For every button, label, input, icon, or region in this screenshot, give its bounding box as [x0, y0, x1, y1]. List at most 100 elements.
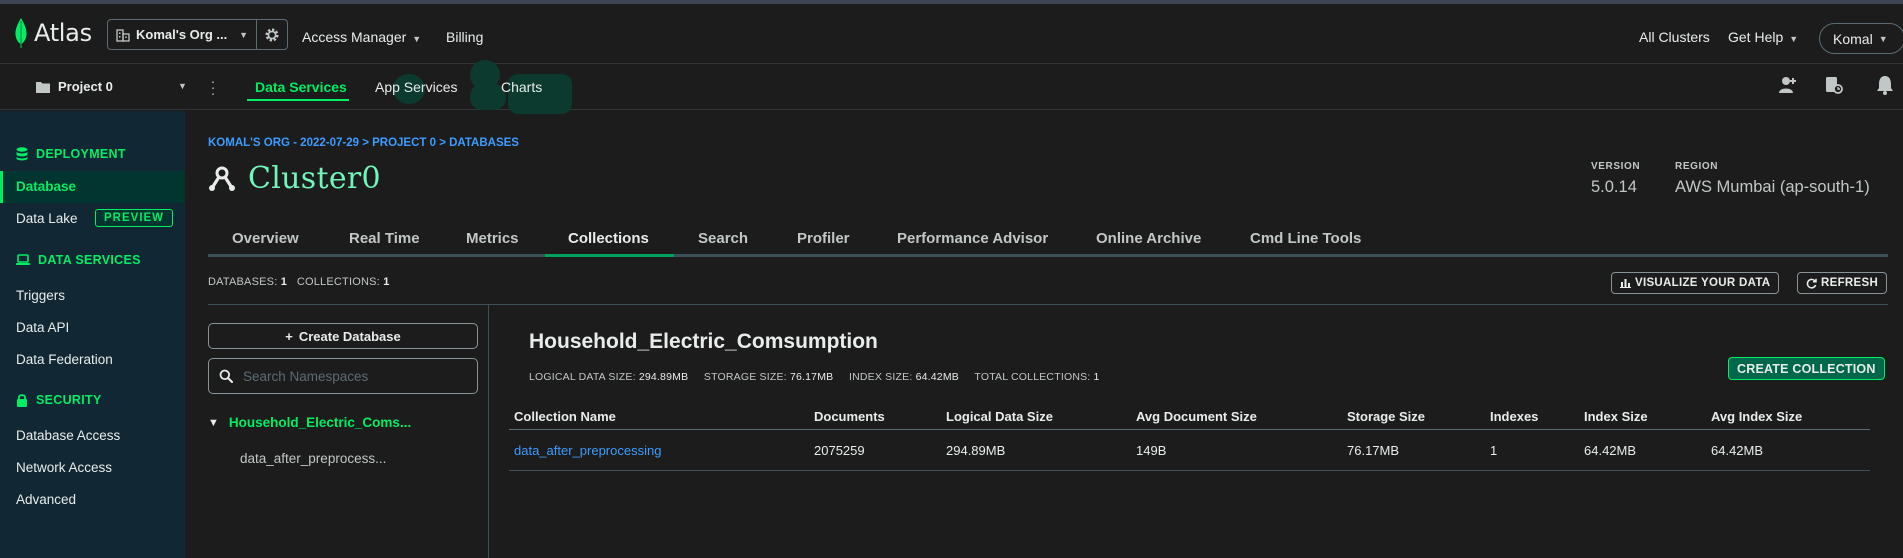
database-stats: LOGICAL DATA SIZE: 294.89MB STORAGE SIZE… — [529, 371, 1100, 383]
total-collections-value: 1 — [1093, 371, 1100, 383]
column-header[interactable]: Documents — [814, 409, 885, 424]
table-cell: 294.89MB — [946, 443, 1006, 458]
tab-profiler[interactable]: Profiler — [797, 230, 850, 247]
column-header[interactable]: Index Size — [1584, 409, 1648, 424]
tab-search[interactable]: Search — [698, 230, 748, 247]
column-header[interactable]: Logical Data Size — [946, 409, 1053, 424]
bar-chart-icon — [1620, 279, 1631, 288]
column-header[interactable]: Avg Index Size — [1711, 409, 1802, 424]
access-manager-menu[interactable]: Access Manager ▼ — [302, 29, 421, 45]
tab-online-archive[interactable]: Online Archive — [1096, 230, 1201, 247]
collection-name-link[interactable]: data_after_preprocessing — [514, 443, 661, 458]
sidebar-item-label: Advanced — [16, 492, 77, 507]
project-name: Project 0 — [58, 79, 113, 94]
create-collection-button[interactable]: CREATE COLLECTION — [1728, 357, 1885, 380]
storage-size-value: 76.17MB — [789, 371, 834, 383]
logo-text: Atlas — [34, 19, 92, 47]
breadcrumb[interactable]: KOMAL'S ORG - 2022-07-29 > PROJECT 0 > D… — [208, 137, 519, 149]
access-manager-label: Access Manager — [302, 29, 407, 45]
sidebar-item-database[interactable]: Database — [0, 171, 185, 203]
laptop-icon — [16, 254, 30, 265]
tab-collections[interactable]: Collections — [568, 230, 649, 247]
refresh-button[interactable]: REFRESH — [1797, 272, 1888, 294]
sidebar-header-label: DEPLOYMENT — [36, 147, 126, 161]
column-header[interactable]: Avg Document Size — [1136, 409, 1257, 424]
tab-cmd-line-tools[interactable]: Cmd Line Tools — [1250, 230, 1361, 247]
create-database-button[interactable]: + Create Database — [208, 323, 478, 349]
tree-collection-label: data_after_preprocess... — [240, 451, 387, 466]
cluster-tabs: Overview Real Time Metrics Collections S… — [208, 222, 1888, 257]
bell-icon[interactable] — [1876, 75, 1894, 95]
tab-metrics[interactable]: Metrics — [466, 230, 519, 247]
sidebar-item-label: Data Lake — [16, 211, 78, 226]
cluster-icon — [209, 166, 235, 191]
sidebar-item-advanced[interactable]: Advanced — [16, 492, 76, 507]
project-selector[interactable]: Project 0 — [36, 79, 113, 94]
tree-collection-item[interactable]: data_after_preprocess... — [240, 451, 386, 466]
gear-icon — [265, 28, 279, 41]
table-cell: 76.17MB — [1347, 443, 1400, 458]
atlas-logo[interactable]: Atlas — [14, 18, 92, 48]
folder-icon — [36, 81, 50, 93]
table-cell: 149B — [1136, 443, 1167, 458]
get-help-menu[interactable]: Get Help ▼ — [1728, 29, 1798, 45]
mongodb-leaf-icon — [15, 18, 27, 48]
sidebar-item-label: Database — [16, 179, 77, 194]
sidebar-item-network-access[interactable]: Network Access — [16, 460, 112, 475]
search-icon — [219, 369, 233, 383]
sidebar-item-label: Network Access — [16, 460, 113, 475]
sidebar-item-database-access[interactable]: Database Access — [16, 428, 120, 443]
chevron-down-icon[interactable]: ▼ — [178, 81, 187, 91]
billing-link[interactable]: Billing — [446, 29, 483, 45]
active-tab-indicator — [247, 99, 349, 101]
tab-app-services[interactable]: App Services — [375, 79, 457, 95]
sidebar-item-triggers[interactable]: Triggers — [16, 288, 65, 303]
sidebar-item-data-api[interactable]: Data API — [16, 320, 69, 335]
all-clusters-link[interactable]: All Clusters — [1639, 29, 1710, 45]
chevron-down-icon: ▼ — [412, 34, 422, 44]
create-database-label: Create Database — [298, 328, 401, 344]
sidebar-item-data-federation[interactable]: Data Federation — [16, 352, 113, 367]
namespace-search[interactable] — [208, 358, 478, 394]
search-input[interactable] — [243, 368, 463, 384]
get-help-label: Get Help — [1728, 29, 1784, 45]
divider — [488, 305, 489, 558]
kebab-menu-icon[interactable]: · · · — [210, 74, 216, 100]
sidebar: DEPLOYMENT Database Data Lake PREVIEW DA… — [0, 111, 185, 558]
tab-real-time[interactable]: Real Time — [349, 230, 420, 247]
tab-overview[interactable]: Overview — [232, 230, 299, 247]
user-menu[interactable]: Komal ▼ — [1819, 23, 1903, 54]
column-header[interactable]: Storage Size — [1347, 409, 1425, 424]
visualize-data-button[interactable]: VISUALIZE YOUR DATA — [1611, 272, 1780, 294]
tab-performance-advisor[interactable]: Performance Advisor — [897, 230, 1048, 247]
caret-down-icon[interactable]: ▼ — [208, 417, 219, 429]
visualize-data-label: VISUALIZE YOUR DATA — [1635, 277, 1771, 289]
org-name: Komal's Org ... — [136, 27, 228, 42]
version-value: 5.0.14 — [1591, 178, 1637, 196]
org-selector[interactable]: Komal's Org ... ▼ — [107, 19, 288, 50]
tab-data-services[interactable]: Data Services — [255, 79, 347, 95]
top-bar: Atlas Komal's Org ... ▼ Access Manager ▼ … — [0, 0, 1903, 64]
add-user-icon[interactable] — [1778, 75, 1798, 95]
billing-label: Billing — [446, 29, 484, 45]
org-settings-button[interactable] — [257, 20, 287, 49]
building-icon — [116, 28, 130, 42]
version-label: VERSION — [1591, 161, 1641, 172]
chevron-down-icon: ▼ — [1789, 34, 1799, 44]
all-clusters-label: All Clusters — [1639, 29, 1710, 45]
org-dropdown[interactable]: Komal's Org ... ▼ — [108, 20, 257, 49]
tree-database-item[interactable]: ▼ Household_Electric_Coms... — [208, 415, 411, 430]
divider — [208, 304, 1888, 305]
sidebar-item-label: Triggers — [16, 288, 66, 303]
index-size-label: INDEX SIZE: — [848, 371, 913, 383]
activity-feed-icon[interactable] — [1823, 75, 1843, 95]
table-row-divider — [509, 470, 1870, 471]
plus-icon: + — [285, 328, 293, 344]
sidebar-item-data-lake[interactable]: Data Lake — [16, 211, 78, 226]
column-header[interactable]: Indexes — [1490, 409, 1538, 424]
refresh-icon — [1806, 278, 1817, 289]
region-value: AWS Mumbai (ap-south-1) — [1675, 178, 1870, 196]
column-header[interactable]: Collection Name — [514, 409, 616, 424]
tab-charts[interactable]: Charts — [501, 79, 542, 95]
collections-count: 1 — [383, 276, 390, 288]
